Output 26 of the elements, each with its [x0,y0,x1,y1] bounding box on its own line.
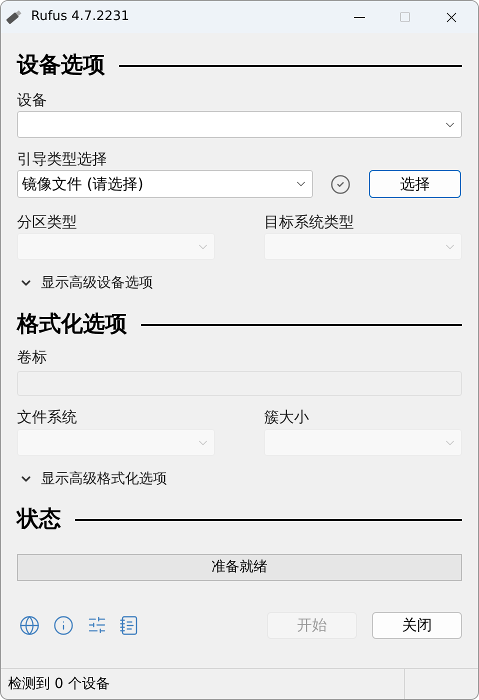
info-icon[interactable] [53,614,74,636]
check-icon [330,174,351,194]
log-icon[interactable] [119,614,140,636]
usb-drive-icon [5,8,23,26]
section-heading: 状态 [17,506,61,534]
advanced-options-toggle[interactable]: 显示高级设备选项 [19,274,462,292]
field-label: 引导类型选择 [17,150,108,168]
maximize-icon [399,11,411,23]
action-button[interactable]: 关闭 [372,612,462,638]
window-title: Rufus 4.7.2231 [31,8,130,26]
globe-icon[interactable] [19,614,40,636]
field-label: 文件系统 [17,408,78,426]
field-label: 设备 [17,91,48,109]
minimize-icon [354,16,364,18]
advanced-options-toggle[interactable]: 显示高级格式化选项 [19,470,462,488]
field-label: 卷标 [17,348,48,366]
dropdown[interactable] [17,111,462,138]
field-label: 分区类型 [17,213,78,231]
dropdown[interactable]: 镜像文件 (请选择) [17,170,313,198]
settings-icon[interactable] [87,615,107,635]
field-label: 目标系统类型 [264,213,355,231]
section-heading: 格式化选项 [17,311,127,339]
field-label: 簇大小 [264,408,310,426]
status-text: 检测到 0 个设备 [7,675,111,694]
select-button[interactable]: 选择 [369,170,461,198]
section-heading: 设备选项 [17,52,105,80]
